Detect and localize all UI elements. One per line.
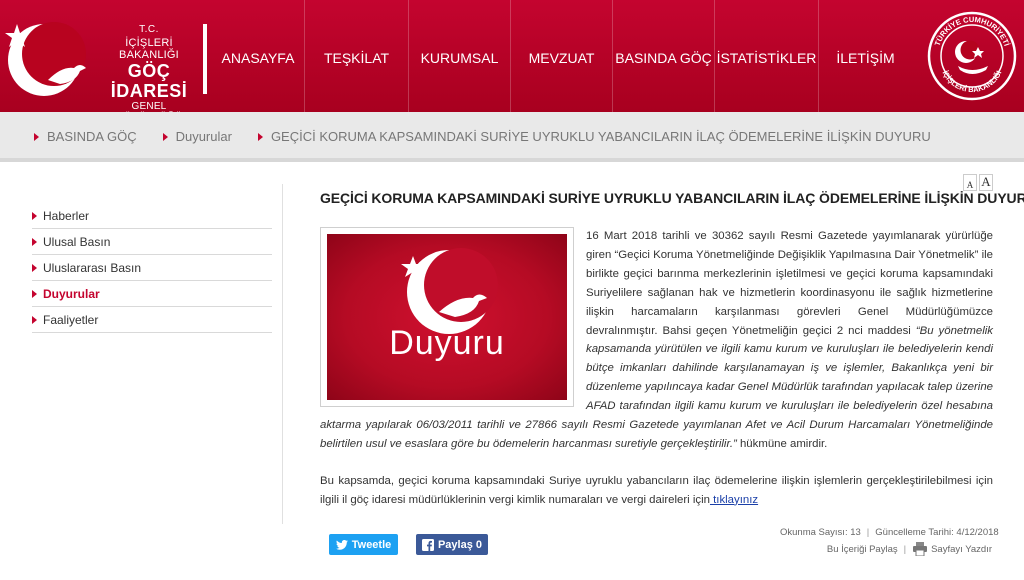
facebook-icon — [421, 538, 434, 551]
breadcrumb-item[interactable]: BASINDA GÖÇ — [34, 129, 137, 144]
article-paragraph-1: 16 Mart 2018 tarihli ve 30362 sayılı Res… — [586, 230, 993, 337]
sidebar-item-ulusal-basin[interactable]: Ulusal Basın — [32, 229, 272, 255]
banner-text: Duyuru — [389, 324, 505, 362]
font-decrease-button[interactable]: A — [963, 174, 977, 191]
font-size-controls: A A — [963, 174, 993, 191]
nav-item-anasayfa[interactable]: ANASAYFA — [212, 0, 304, 112]
nav-item-istatistikler[interactable]: İSTATİSTİKLER — [714, 0, 818, 112]
sidebar-item-label: Uluslararası Basın — [43, 260, 142, 275]
nav-item-teskilat[interactable]: TEŞKİLAT — [304, 0, 408, 112]
logo-ministry: İÇİŞLERİ BAKANLIĞI — [119, 37, 179, 61]
chevron-right-icon — [34, 132, 39, 141]
site-header: T.C. İÇİŞLERİ BAKANLIĞI GÖÇ İDARESİ GENE… — [0, 0, 1024, 123]
article-image: Duyuru — [320, 227, 574, 407]
nav-item-iletisim[interactable]: İLETİŞİM — [818, 0, 912, 112]
logo-text: T.C. İÇİŞLERİ BAKANLIĞI GÖÇ İDARESİ GENE… — [104, 24, 194, 123]
updated-date: Güncelleme Tarihi: 4/12/2018 — [875, 527, 999, 538]
crescent-star-icon — [5, 22, 86, 96]
chevron-right-icon — [32, 211, 37, 220]
article-meta: Okunma Sayısı: 13 | Güncelleme Tarihi: 4/1… — [780, 527, 999, 538]
announcement-banner: Duyuru — [327, 234, 567, 400]
nav-item-mevzuat[interactable]: MEVZUAT — [510, 0, 612, 112]
chevron-right-icon — [32, 315, 37, 324]
breadcrumb: BASINDA GÖÇ Duyurular GEÇİCİ KORUMA KAPS… — [34, 129, 957, 144]
breadcrumb-label: GEÇİCİ KORUMA KAPSAMINDAKİ SURİYE UYRUKL… — [270, 129, 931, 144]
print-icon[interactable] — [912, 542, 928, 556]
chevron-right-icon — [257, 132, 263, 141]
sidebar-item-label: Duyurular — [43, 286, 100, 301]
logo-goc: GÖÇ İDARESİ — [110, 61, 188, 101]
read-count: Okunma Sayısı: 13 — [780, 527, 861, 538]
nav-item-kurumsal[interactable]: KURUMSAL — [408, 0, 510, 112]
chevron-right-icon — [32, 237, 37, 246]
sidebar-item-label: Faaliyetler — [43, 312, 99, 327]
chevron-right-icon — [162, 132, 168, 141]
breadcrumb-bar: BASINDA GÖÇ Duyurular GEÇİCİ KORUMA KAPS… — [0, 112, 1024, 162]
content-divider — [282, 184, 283, 524]
sidebar-item-label: Ulusal Basın — [43, 234, 111, 249]
meta-separator: | — [866, 527, 870, 538]
breadcrumb-label: BASINDA GÖÇ — [47, 129, 137, 144]
tweet-button[interactable]: Tweetle — [329, 534, 398, 555]
article-paragraph-2: Bu kapsamda, geçici koruma kapsamındaki … — [320, 472, 993, 510]
sidebar-item-faaliyetler[interactable]: Faaliyetler — [32, 307, 272, 333]
share-content-link[interactable]: Bu İçeriği Paylaş — [827, 544, 898, 555]
sidebar-item-uluslararasi-basin[interactable]: Uluslararası Basın — [32, 255, 272, 281]
site-logo[interactable]: T.C. İÇİŞLERİ BAKANLIĞI GÖÇ İDARESİ GENE… — [0, 0, 218, 123]
sidebar-item-haberler[interactable]: Haberler — [32, 203, 272, 229]
sidebar-item-duyurular[interactable]: Duyurular — [32, 281, 272, 307]
breadcrumb-label: Duyurular — [175, 129, 232, 144]
chevron-right-icon — [32, 289, 37, 298]
tweet-label: Tweetle — [351, 538, 392, 551]
chevron-right-icon — [32, 263, 37, 272]
breadcrumb-item-current: GEÇİCİ KORUMA KAPSAMINDAKİ SURİYE UYRUKL… — [257, 129, 931, 144]
click-here-link[interactable]: tıklayınız — [710, 494, 758, 506]
article-body: Duyuru 16 Mart 2018 tarihli ve 30362 say… — [320, 227, 993, 510]
nav-item-basinda-goc[interactable]: BASINDA GÖÇ — [612, 0, 714, 112]
meta-separator: | — [903, 543, 907, 555]
main-nav: ANASAYFA TEŞKİLAT KURUMSAL MEVZUAT BASIN… — [212, 0, 912, 112]
logo-divider — [203, 24, 207, 94]
font-increase-button[interactable]: A — [979, 174, 993, 191]
sidebar-item-label: Haberler — [43, 208, 90, 223]
article-actions: Bu İçeriği Paylaş | Sayfayı Yazdır — [780, 542, 992, 556]
ministry-seal-icon[interactable]: TÜRKİYE CUMHURİYETİ İÇİŞLERİ BAKANLIĞI — [926, 10, 1018, 102]
sidebar: Haberler Ulusal Basın Uluslararası Basın… — [32, 203, 272, 333]
logo-tc: T.C. — [139, 24, 159, 35]
article-paragraph-2-text: Bu kapsamda, geçici koruma kapsamındaki … — [320, 474, 993, 506]
print-page-link[interactable]: Sayfayı Yazdır — [931, 544, 992, 555]
twitter-icon — [335, 539, 348, 550]
share-buttons: Tweetle Paylaş 0 — [329, 534, 488, 555]
breadcrumb-item[interactable]: Duyurular — [162, 129, 232, 144]
article-paragraph-1-end: hükmüne amirdir. — [736, 437, 828, 450]
facebook-share-label: Paylaş 0 — [437, 538, 483, 551]
facebook-share-button[interactable]: Paylaş 0 — [416, 534, 488, 555]
page-title: GEÇİCİ KORUMA KAPSAMINDAKİ SURİYE UYRUKL… — [320, 190, 1024, 206]
